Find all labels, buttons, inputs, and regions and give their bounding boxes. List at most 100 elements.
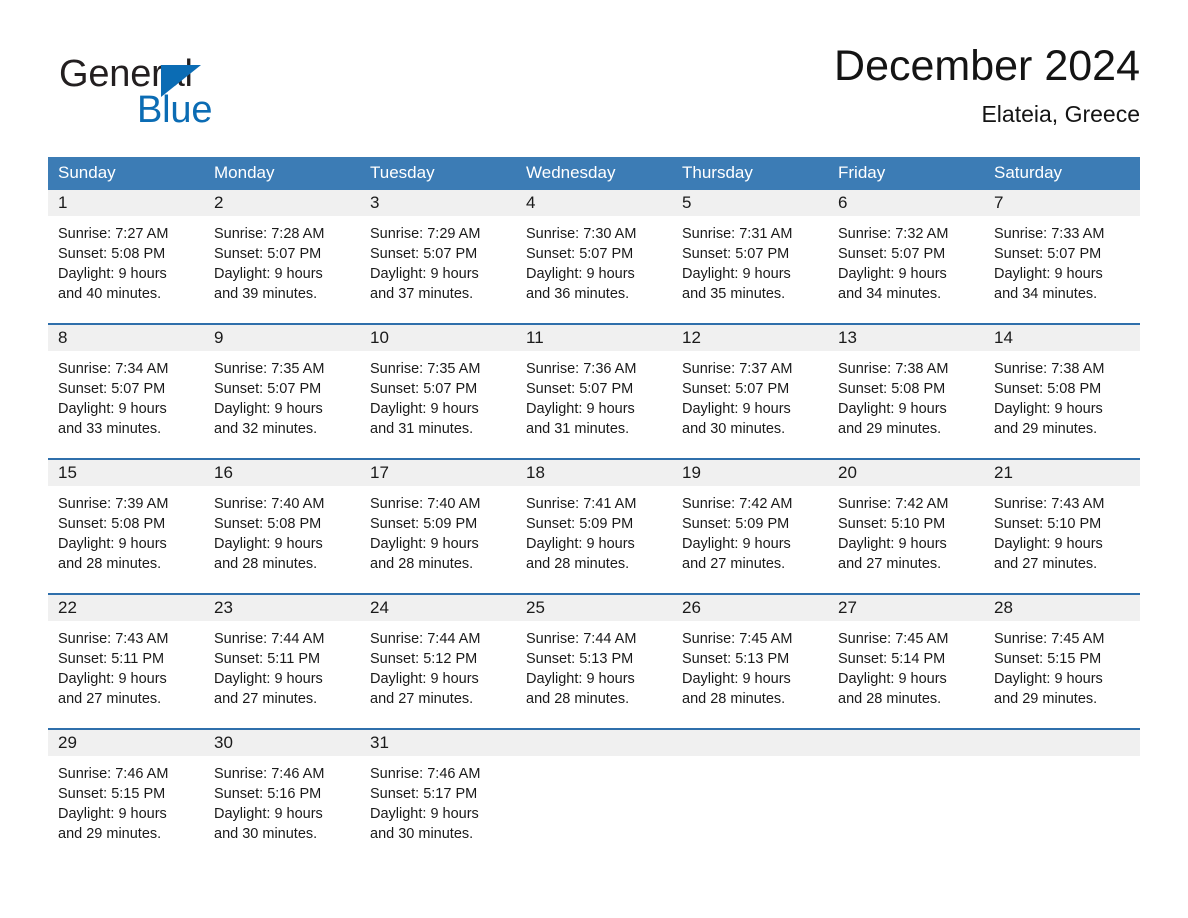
daylight-text-line2: and 30 minutes. [370,826,474,842]
calendar-day-cell[interactable]: 25 Sunrise: 7:44 AM Sunset: 5:13 PM Dayl… [516,594,672,729]
daylight-text-line2: and 32 minutes. [214,421,318,437]
daylight-text-line1: Daylight: 9 hours [526,266,635,282]
daylight-text-line1: Daylight: 9 hours [58,806,167,822]
sunset-text: Sunset: 5:15 PM [994,651,1102,667]
calendar-day-cell[interactable]: 20 Sunrise: 7:42 AM Sunset: 5:10 PM Dayl… [828,459,984,594]
daylight-text-line1: Daylight: 9 hours [994,536,1103,552]
sunrise-text: Sunrise: 7:39 AM [58,496,169,512]
daylight-text-line1: Daylight: 9 hours [994,401,1103,417]
day-details: Sunrise: 7:44 AM Sunset: 5:11 PM Dayligh… [204,621,360,709]
day-details: Sunrise: 7:44 AM Sunset: 5:13 PM Dayligh… [516,621,672,709]
sunset-text: Sunset: 5:09 PM [526,516,634,532]
sunrise-text: Sunrise: 7:31 AM [682,226,793,242]
calendar-day-cell[interactable]: 13 Sunrise: 7:38 AM Sunset: 5:08 PM Dayl… [828,324,984,459]
daylight-text-line2: and 28 minutes. [682,691,786,707]
calendar-day-cell[interactable]: 3 Sunrise: 7:29 AM Sunset: 5:07 PM Dayli… [360,190,516,324]
day-number: 2 [204,190,360,216]
weekday-header-wednesday: Wednesday [516,157,672,190]
calendar-body: 1 Sunrise: 7:27 AM Sunset: 5:08 PM Dayli… [48,190,1140,863]
calendar-day-cell[interactable]: 26 Sunrise: 7:45 AM Sunset: 5:13 PM Dayl… [672,594,828,729]
calendar-day-cell-empty [984,729,1140,863]
calendar-day-cell[interactable]: 30 Sunrise: 7:46 AM Sunset: 5:16 PM Dayl… [204,729,360,863]
daylight-text-line2: and 29 minutes. [58,826,162,842]
calendar-day-cell[interactable]: 28 Sunrise: 7:45 AM Sunset: 5:15 PM Dayl… [984,594,1140,729]
calendar-day-cell[interactable]: 2 Sunrise: 7:28 AM Sunset: 5:07 PM Dayli… [204,190,360,324]
day-details: Sunrise: 7:32 AM Sunset: 5:07 PM Dayligh… [828,216,984,304]
sunrise-text: Sunrise: 7:43 AM [58,631,169,647]
daylight-text-line2: and 27 minutes. [58,691,162,707]
calendar-day-cell[interactable]: 23 Sunrise: 7:44 AM Sunset: 5:11 PM Dayl… [204,594,360,729]
calendar-day-cell[interactable]: 6 Sunrise: 7:32 AM Sunset: 5:07 PM Dayli… [828,190,984,324]
day-details: Sunrise: 7:45 AM Sunset: 5:14 PM Dayligh… [828,621,984,709]
daylight-text-line2: and 30 minutes. [214,826,318,842]
day-details: Sunrise: 7:35 AM Sunset: 5:07 PM Dayligh… [360,351,516,439]
calendar-day-cell[interactable]: 4 Sunrise: 7:30 AM Sunset: 5:07 PM Dayli… [516,190,672,324]
daylight-text-line2: and 27 minutes. [994,556,1098,572]
day-details: Sunrise: 7:33 AM Sunset: 5:07 PM Dayligh… [984,216,1140,304]
calendar-day-cell[interactable]: 29 Sunrise: 7:46 AM Sunset: 5:15 PM Dayl… [48,729,204,863]
calendar-day-cell[interactable]: 10 Sunrise: 7:35 AM Sunset: 5:07 PM Dayl… [360,324,516,459]
calendar-day-cell[interactable]: 31 Sunrise: 7:46 AM Sunset: 5:17 PM Dayl… [360,729,516,863]
day-number: 30 [204,730,360,756]
sunrise-text: Sunrise: 7:46 AM [58,766,169,782]
calendar-day-cell[interactable]: 22 Sunrise: 7:43 AM Sunset: 5:11 PM Dayl… [48,594,204,729]
daylight-text-line1: Daylight: 9 hours [58,671,167,687]
daylight-text-line1: Daylight: 9 hours [526,671,635,687]
day-number: 19 [672,460,828,486]
calendar-day-cell[interactable]: 16 Sunrise: 7:40 AM Sunset: 5:08 PM Dayl… [204,459,360,594]
calendar-day-cell[interactable]: 19 Sunrise: 7:42 AM Sunset: 5:09 PM Dayl… [672,459,828,594]
day-number: 26 [672,595,828,621]
sunset-text: Sunset: 5:08 PM [838,381,946,397]
sunrise-text: Sunrise: 7:45 AM [682,631,793,647]
sunrise-text: Sunrise: 7:34 AM [58,361,169,377]
day-details: Sunrise: 7:43 AM Sunset: 5:10 PM Dayligh… [984,486,1140,574]
daylight-text-line1: Daylight: 9 hours [370,266,479,282]
calendar-day-cell[interactable]: 17 Sunrise: 7:40 AM Sunset: 5:09 PM Dayl… [360,459,516,594]
sunset-text: Sunset: 5:07 PM [214,246,322,262]
day-number: 9 [204,325,360,351]
daylight-text-line2: and 28 minutes. [526,556,630,572]
daylight-text-line1: Daylight: 9 hours [214,671,323,687]
calendar-day-cell[interactable]: 8 Sunrise: 7:34 AM Sunset: 5:07 PM Dayli… [48,324,204,459]
calendar-day-cell[interactable]: 14 Sunrise: 7:38 AM Sunset: 5:08 PM Dayl… [984,324,1140,459]
calendar-week-row: 8 Sunrise: 7:34 AM Sunset: 5:07 PM Dayli… [48,324,1140,459]
calendar-day-cell[interactable]: 7 Sunrise: 7:33 AM Sunset: 5:07 PM Dayli… [984,190,1140,324]
sunset-text: Sunset: 5:11 PM [214,651,321,667]
sunset-text: Sunset: 5:07 PM [682,381,790,397]
calendar-day-cell[interactable]: 27 Sunrise: 7:45 AM Sunset: 5:14 PM Dayl… [828,594,984,729]
daylight-text-line1: Daylight: 9 hours [526,536,635,552]
calendar-day-cell-empty [672,729,828,863]
daylight-text-line2: and 29 minutes. [994,421,1098,437]
day-details: Sunrise: 7:31 AM Sunset: 5:07 PM Dayligh… [672,216,828,304]
calendar-day-cell[interactable]: 15 Sunrise: 7:39 AM Sunset: 5:08 PM Dayl… [48,459,204,594]
daylight-text-line2: and 31 minutes. [526,421,630,437]
daylight-text-line1: Daylight: 9 hours [838,671,947,687]
daylight-text-line2: and 28 minutes. [370,556,474,572]
sunset-text: Sunset: 5:08 PM [994,381,1102,397]
daylight-text-line1: Daylight: 9 hours [838,266,947,282]
day-number: 25 [516,595,672,621]
sunset-text: Sunset: 5:10 PM [994,516,1102,532]
daylight-text-line2: and 31 minutes. [370,421,474,437]
day-details: Sunrise: 7:40 AM Sunset: 5:09 PM Dayligh… [360,486,516,574]
sunset-text: Sunset: 5:13 PM [682,651,790,667]
calendar-day-cell[interactable]: 24 Sunrise: 7:44 AM Sunset: 5:12 PM Dayl… [360,594,516,729]
sunrise-text: Sunrise: 7:35 AM [370,361,481,377]
day-details: Sunrise: 7:44 AM Sunset: 5:12 PM Dayligh… [360,621,516,709]
weekday-header-tuesday: Tuesday [360,157,516,190]
sunrise-text: Sunrise: 7:46 AM [370,766,481,782]
sunset-text: Sunset: 5:07 PM [370,246,478,262]
day-details: Sunrise: 7:46 AM Sunset: 5:16 PM Dayligh… [204,756,360,844]
calendar-day-cell[interactable]: 21 Sunrise: 7:43 AM Sunset: 5:10 PM Dayl… [984,459,1140,594]
calendar-day-cell[interactable]: 5 Sunrise: 7:31 AM Sunset: 5:07 PM Dayli… [672,190,828,324]
calendar-day-cell[interactable]: 9 Sunrise: 7:35 AM Sunset: 5:07 PM Dayli… [204,324,360,459]
sunset-text: Sunset: 5:07 PM [994,246,1102,262]
calendar-day-cell[interactable]: 12 Sunrise: 7:37 AM Sunset: 5:07 PM Dayl… [672,324,828,459]
calendar-day-cell[interactable]: 18 Sunrise: 7:41 AM Sunset: 5:09 PM Dayl… [516,459,672,594]
sunset-text: Sunset: 5:07 PM [214,381,322,397]
daylight-text-line2: and 28 minutes. [838,691,942,707]
calendar-day-cell[interactable]: 11 Sunrise: 7:36 AM Sunset: 5:07 PM Dayl… [516,324,672,459]
daylight-text-line2: and 29 minutes. [838,421,942,437]
calendar-day-cell[interactable]: 1 Sunrise: 7:27 AM Sunset: 5:08 PM Dayli… [48,190,204,324]
sunrise-text: Sunrise: 7:40 AM [370,496,481,512]
